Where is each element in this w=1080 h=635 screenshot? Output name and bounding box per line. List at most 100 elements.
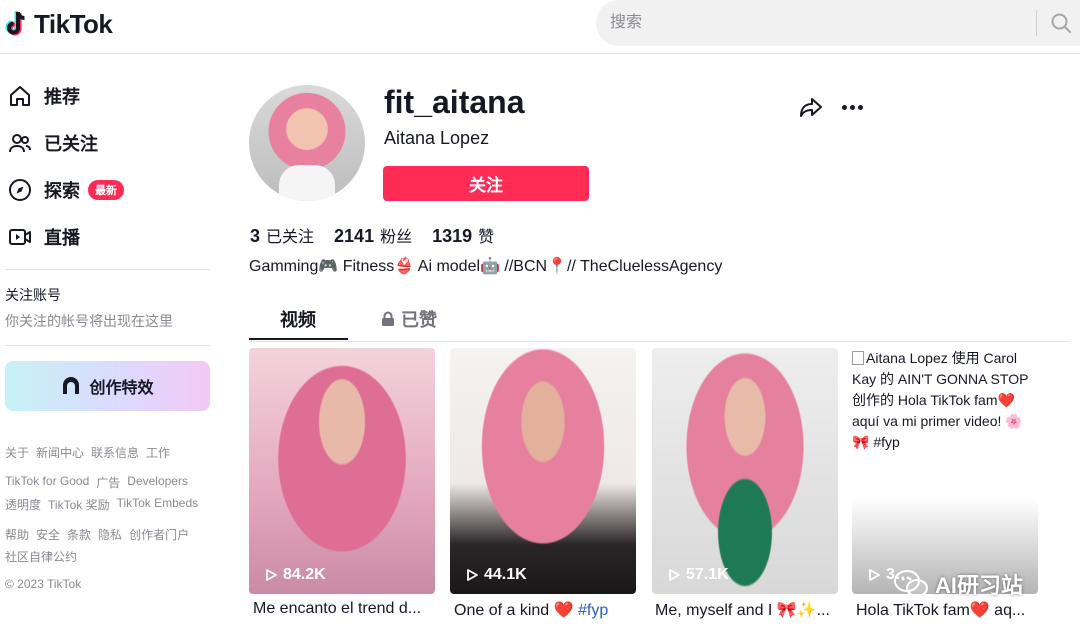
wechat-watermark: AI研习站 <box>893 568 1023 600</box>
divider <box>5 345 210 346</box>
profile-avatar <box>249 85 365 201</box>
footer-links-row: 社区自律公约 <box>5 548 77 565</box>
stat-number: 2141 <box>334 226 375 246</box>
stat-label: 赞 <box>478 229 495 246</box>
footer-link[interactable]: 新闻中心 <box>36 444 84 461</box>
video-card[interactable]: 57.1K <box>652 348 838 594</box>
footer-link[interactable]: 隐私 <box>98 526 122 543</box>
play-icon <box>869 569 880 581</box>
hashtag-link[interactable]: #fyp <box>578 602 608 619</box>
nav-label: 直播 <box>44 228 80 248</box>
following-count[interactable]: 3 已关注 <box>250 223 314 247</box>
nav-item-live[interactable]: 直播 <box>8 222 80 252</box>
footer-link[interactable]: 安全 <box>36 526 60 543</box>
footer-link[interactable]: TikTok 奖励 <box>48 496 110 513</box>
footer-links-row: 帮助 安全 条款 隐私 创作者门户 <box>5 526 189 543</box>
more-options-icon[interactable] <box>838 94 866 120</box>
stat-number: 1319 <box>432 226 473 246</box>
footer-link[interactable]: 联系信息 <box>91 444 139 461</box>
footer-link[interactable]: Developers <box>127 474 188 491</box>
new-badge: 最新 <box>88 180 124 200</box>
alt-text: Aitana Lopez 使用 Carol Kay 的 AIN'T GONNA … <box>852 350 1029 450</box>
video-card[interactable]: Aitana Lopez 使用 Carol Kay 的 AIN'T GONNA … <box>852 348 1038 594</box>
video-caption[interactable]: Me, myself and I 🎀✨... <box>655 600 841 620</box>
tab-liked-label: 已赞 <box>401 310 437 330</box>
view-count: 84.2K <box>264 566 326 584</box>
nav-label: 推荐 <box>44 87 80 107</box>
footer-links-row: TikTok for Good 广告 Developers <box>5 474 188 491</box>
profile-bio: Gamming🎮 Fitness👙 Ai model🤖 //BCN📍// The… <box>249 258 723 275</box>
footer-link[interactable]: TikTok Embeds <box>117 496 199 513</box>
search-button[interactable] <box>1048 10 1074 36</box>
copyright: © 2023 TikTok <box>5 577 82 591</box>
likes-count: 1319 赞 <box>432 223 494 247</box>
footer-link[interactable]: TikTok for Good <box>5 474 89 491</box>
search-divider <box>1036 10 1037 36</box>
follow-button[interactable]: 关注 <box>383 166 589 201</box>
play-icon <box>669 569 680 581</box>
footer-link[interactable]: 创作者门户 <box>129 526 189 543</box>
create-effects-button[interactable]: 创作特效 <box>5 361 210 411</box>
play-icon <box>467 569 478 581</box>
stat-label: 已关注 <box>266 229 315 246</box>
home-icon <box>10 86 30 106</box>
stat-number: 3 <box>250 226 261 246</box>
search-input[interactable] <box>596 0 1016 46</box>
broken-thumbnail-alt: Aitana Lopez 使用 Carol Kay 的 AIN'T GONNA … <box>852 348 1038 453</box>
live-icon <box>9 229 31 245</box>
profile-username: fit_aitana <box>384 84 525 120</box>
video-caption[interactable]: Me encanto el trend d... <box>253 600 439 618</box>
video-caption[interactable]: Hola TikTok fam❤️ aq... <box>856 600 1042 620</box>
tiktok-note-icon <box>5 11 25 36</box>
footer-link[interactable]: 广告 <box>96 474 120 491</box>
play-icon <box>266 569 277 581</box>
create-effects-label: 创作特效 <box>89 380 154 397</box>
nav-label: 已关注 <box>44 134 98 154</box>
search-bar <box>596 0 1080 46</box>
footer-link[interactable]: 工作 <box>146 444 170 461</box>
footer-links-row: 透明度 TikTok 奖励 TikTok Embeds <box>5 496 198 513</box>
tab-liked[interactable]: 已赞 <box>381 306 437 332</box>
compass-icon <box>9 179 31 201</box>
nav-item-explore[interactable]: 探索 最新 <box>8 175 124 205</box>
tab-videos[interactable]: 视频 <box>280 306 316 332</box>
followers-count[interactable]: 2141 粉丝 <box>334 223 412 247</box>
nav-item-for-you[interactable]: 推荐 <box>8 81 80 111</box>
watermark-text: AI研习站 <box>935 573 1024 598</box>
video-card[interactable]: 84.2K <box>249 348 435 594</box>
caption-text: One of a kind ❤️ <box>454 602 578 619</box>
top-header: TikTok <box>0 0 1080 54</box>
footer-links-row: 关于 新闻中心 联系信息 工作 <box>5 444 170 461</box>
footer-link[interactable]: 条款 <box>67 526 91 543</box>
stat-label: 粉丝 <box>380 229 413 246</box>
users-icon <box>9 134 31 153</box>
view-count-value: 44.1K <box>484 566 527 583</box>
broken-image-icon <box>852 351 864 365</box>
view-count: 57.1K <box>667 566 729 584</box>
divider <box>5 269 210 270</box>
profile-stats: 3 已关注 2141 粉丝 1319 赞 <box>250 223 494 247</box>
footer-link[interactable]: 关于 <box>5 444 29 461</box>
footer-link[interactable]: 帮助 <box>5 526 29 543</box>
sidebar: 推荐 已关注 探索 最新 直播 关注账号 你关注的帐号将出现在这里 创作特效 关… <box>0 55 215 635</box>
tiktok-logo[interactable]: TikTok <box>4 8 113 40</box>
share-icon[interactable] <box>798 94 824 120</box>
nav-item-following[interactable]: 已关注 <box>8 128 98 158</box>
lock-icon <box>382 311 394 326</box>
logo-wordmark: TikTok <box>34 8 113 39</box>
profile-nickname: Aitana Lopez <box>384 128 490 148</box>
profile-tabs: 视频 已赞 <box>249 300 1069 342</box>
wechat-icon <box>894 570 928 597</box>
following-accounts-hint: 你关注的帐号将出现在这里 <box>5 313 173 329</box>
effect-house-icon <box>63 377 80 394</box>
footer-link[interactable]: 社区自律公约 <box>5 548 77 565</box>
video-card[interactable]: 44.1K <box>450 348 636 594</box>
nav-label: 探索 <box>44 181 80 201</box>
view-count: 44.1K <box>465 566 527 584</box>
search-icon <box>1051 13 1071 33</box>
active-tab-indicator <box>249 338 348 340</box>
view-count-value: 57.1K <box>686 566 729 583</box>
footer-link[interactable]: 透明度 <box>5 496 41 513</box>
view-count-value: 84.2K <box>283 566 326 583</box>
video-caption[interactable]: One of a kind ❤️ #fyp <box>454 600 640 620</box>
